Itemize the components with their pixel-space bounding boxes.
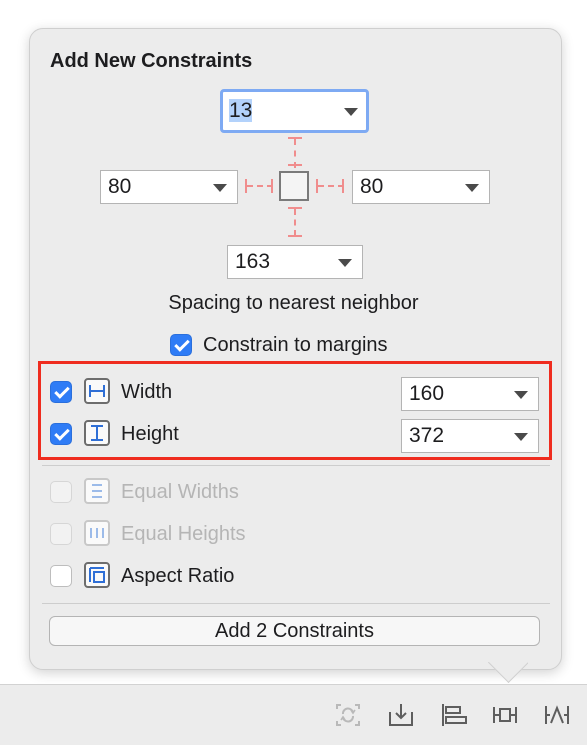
spacing-label: Spacing to nearest neighbor bbox=[168, 292, 419, 314]
add-constraints-icon[interactable] bbox=[491, 702, 519, 728]
add-constraints-button[interactable]: Add 2 Constraints bbox=[49, 616, 540, 646]
equal-widths-checkbox[interactable] bbox=[50, 481, 72, 503]
bottom-spacing-value: 163 bbox=[235, 250, 271, 273]
chevron-down-icon[interactable] bbox=[213, 184, 227, 192]
equal-widths-label: Equal Widths bbox=[121, 481, 239, 503]
embed-in-icon[interactable] bbox=[387, 702, 415, 728]
aspect-ratio-label[interactable]: Aspect Ratio bbox=[121, 565, 234, 588]
constrain-to-margins-label[interactable]: Constrain to margins bbox=[203, 334, 388, 357]
left-spacing-field[interactable]: 80 bbox=[100, 170, 238, 204]
selected-view-box bbox=[279, 171, 309, 201]
chevron-down-icon[interactable] bbox=[465, 184, 479, 192]
top-spacing-field[interactable]: 13 bbox=[220, 89, 369, 133]
chevron-down-icon[interactable] bbox=[344, 108, 358, 116]
top-spacing-value: 13 bbox=[229, 99, 253, 122]
equal-heights-icon bbox=[84, 520, 110, 546]
update-frames-icon[interactable] bbox=[334, 702, 362, 728]
left-spacing-value: 80 bbox=[108, 175, 132, 198]
equal-heights-checkbox[interactable] bbox=[50, 523, 72, 545]
equal-widths-icon bbox=[84, 478, 110, 504]
equal-heights-label: Equal Heights bbox=[121, 523, 246, 545]
aspect-ratio-checkbox[interactable] bbox=[50, 565, 72, 587]
bottom-spacing-field[interactable]: 163 bbox=[227, 245, 363, 279]
divider bbox=[42, 465, 550, 466]
popover-title: Add New Constraints bbox=[50, 50, 253, 72]
align-icon[interactable] bbox=[440, 702, 468, 728]
constrain-to-margins-checkbox[interactable] bbox=[170, 334, 192, 356]
right-spacing-value: 80 bbox=[360, 175, 384, 198]
aspect-ratio-icon bbox=[84, 562, 110, 588]
resolve-issues-icon[interactable] bbox=[543, 702, 571, 728]
right-spacing-field[interactable]: 80 bbox=[352, 170, 490, 204]
chevron-down-icon[interactable] bbox=[338, 259, 352, 267]
divider bbox=[42, 603, 550, 604]
highlight-box bbox=[38, 361, 552, 460]
